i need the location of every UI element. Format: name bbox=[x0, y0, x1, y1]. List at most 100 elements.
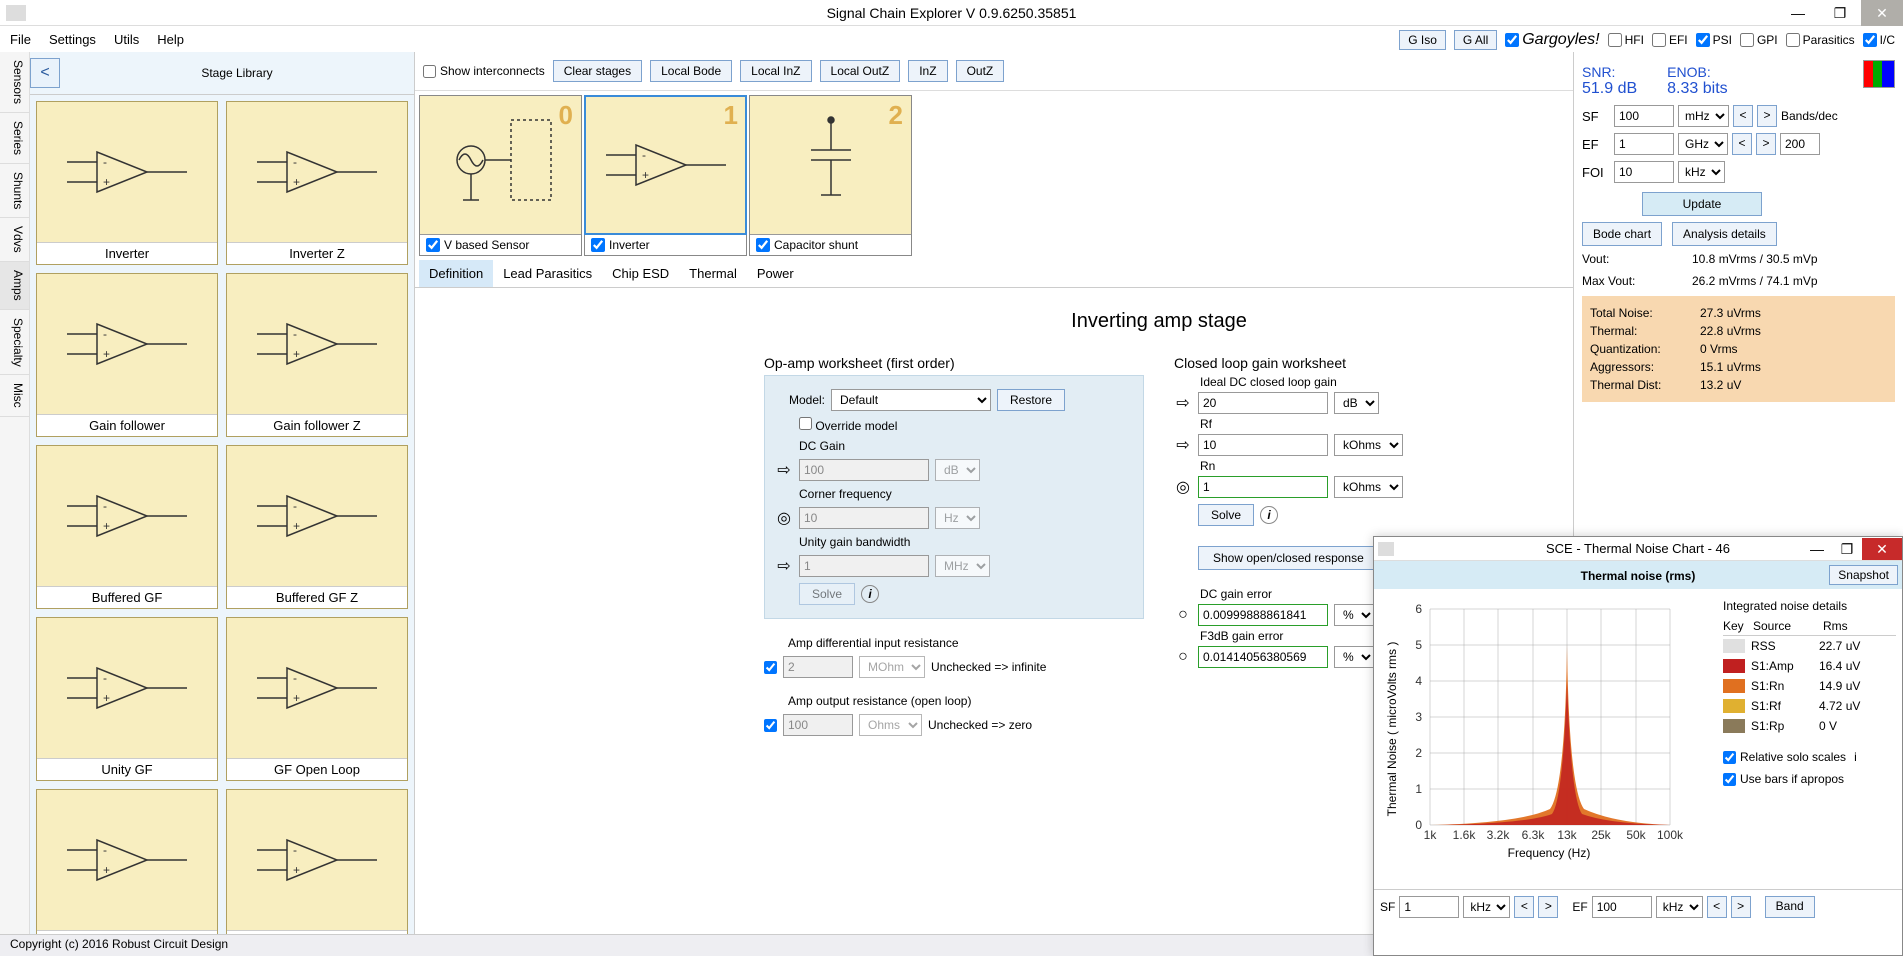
legend-row[interactable]: S1:Rf4.72 uV bbox=[1723, 696, 1896, 716]
psi-checkbox[interactable]: PSI bbox=[1696, 33, 1732, 47]
info-icon[interactable]: i bbox=[861, 585, 879, 603]
stage-box[interactable]: 2Capacitor shunt bbox=[749, 95, 912, 256]
rf-input[interactable] bbox=[1198, 434, 1328, 456]
ef-dec[interactable]: < bbox=[1732, 133, 1752, 155]
legend-row[interactable]: RSS22.7 uV bbox=[1723, 636, 1896, 656]
stage-checkbox[interactable] bbox=[756, 238, 770, 252]
rout-unit[interactable]: Ohms bbox=[859, 714, 922, 736]
ugb-unit[interactable]: MHz bbox=[935, 555, 990, 577]
corner-freq-input[interactable] bbox=[799, 507, 929, 529]
lib-item[interactable]: -+GF Open Loop bbox=[226, 617, 408, 781]
update-button[interactable]: Update bbox=[1642, 192, 1762, 216]
legend-row[interactable]: S1:Amp16.4 uV bbox=[1723, 656, 1896, 676]
subtab-thermal[interactable]: Thermal bbox=[679, 260, 747, 287]
lib-item[interactable]: -+Sallen-Key LP UG bbox=[226, 789, 408, 952]
lib-item[interactable]: -+Buffered GF bbox=[36, 445, 218, 609]
legend-row[interactable]: S1:Rp0 V bbox=[1723, 716, 1896, 736]
stage-box[interactable]: -+1Inverter bbox=[584, 95, 747, 256]
subtab-lead-parasitics[interactable]: Lead Parasitics bbox=[493, 260, 602, 287]
rout-checkbox[interactable] bbox=[764, 719, 777, 732]
popup-maximize[interactable]: ❐ bbox=[1832, 538, 1862, 560]
menu-utils[interactable]: Utils bbox=[114, 32, 139, 47]
stage-checkbox[interactable] bbox=[426, 238, 440, 252]
dc-err-input[interactable] bbox=[1198, 604, 1328, 626]
analysis-details-button[interactable]: Analysis details bbox=[1672, 222, 1777, 246]
vtab-sensors[interactable]: Sensors bbox=[0, 52, 29, 113]
chart-icon[interactable] bbox=[1863, 60, 1895, 88]
gargoyles-checkbox[interactable]: Gargoyles! bbox=[1505, 31, 1599, 49]
restore-button[interactable]: Restore bbox=[997, 389, 1065, 411]
minimize-button[interactable]: — bbox=[1777, 0, 1819, 26]
lib-item[interactable]: -+Inverter Z bbox=[226, 101, 408, 265]
popup-sf-unit[interactable]: kHz bbox=[1463, 896, 1510, 918]
ef-unit[interactable]: GHz bbox=[1678, 133, 1728, 155]
info-icon[interactable]: i bbox=[1260, 506, 1278, 524]
info-icon[interactable]: i bbox=[1854, 750, 1857, 764]
sf-input[interactable] bbox=[1614, 105, 1674, 127]
parasitics-checkbox[interactable]: Parasitics bbox=[1786, 33, 1855, 47]
dc-gain-unit[interactable]: dB bbox=[935, 459, 980, 481]
g-iso-button[interactable]: G Iso bbox=[1399, 30, 1446, 50]
maximize-button[interactable]: ❐ bbox=[1819, 0, 1861, 26]
sf-inc[interactable]: > bbox=[1757, 105, 1777, 127]
popup-minimize[interactable]: — bbox=[1802, 538, 1832, 560]
popup-ef-unit[interactable]: kHz bbox=[1656, 896, 1703, 918]
corner-freq-unit[interactable]: Hz bbox=[935, 507, 980, 529]
show-response-button[interactable]: Show open/closed response bbox=[1198, 546, 1379, 570]
close-button[interactable]: ✕ bbox=[1861, 0, 1903, 26]
sf-unit[interactable]: mHz bbox=[1678, 105, 1729, 127]
sf-dec[interactable]: < bbox=[1733, 105, 1753, 127]
model-select[interactable]: Default bbox=[831, 389, 991, 411]
rin-checkbox[interactable] bbox=[764, 661, 777, 674]
rin-unit[interactable]: MOhm bbox=[859, 656, 925, 678]
legend-row[interactable]: S1:Rn14.9 uV bbox=[1723, 676, 1896, 696]
bands-input[interactable] bbox=[1780, 133, 1820, 155]
gpi-checkbox[interactable]: GPI bbox=[1740, 33, 1778, 47]
vtab-shunts[interactable]: Shunts bbox=[0, 164, 29, 218]
snapshot-button[interactable]: Snapshot bbox=[1829, 565, 1898, 585]
back-button[interactable]: < bbox=[30, 58, 60, 88]
rf-unit[interactable]: kOhms bbox=[1334, 434, 1403, 456]
band-button[interactable]: Band bbox=[1765, 896, 1815, 918]
opamp-solve-button[interactable]: Solve bbox=[799, 583, 855, 605]
clear-stages-button[interactable]: Clear stages bbox=[553, 60, 642, 82]
foi-input[interactable] bbox=[1614, 161, 1674, 183]
use-bars-checkbox[interactable]: Use bars if apropos bbox=[1723, 768, 1896, 790]
show-interconnects-checkbox[interactable]: Show interconnects bbox=[423, 64, 545, 78]
lib-item[interactable]: -+Unity GF bbox=[36, 617, 218, 781]
efi-checkbox[interactable]: EFI bbox=[1652, 33, 1688, 47]
vtab-vdvs[interactable]: Vdvs bbox=[0, 218, 29, 262]
vtab-amps[interactable]: Amps bbox=[0, 262, 29, 310]
f3-err-unit[interactable]: % bbox=[1334, 646, 1375, 668]
closed-solve-button[interactable]: Solve bbox=[1198, 504, 1254, 526]
g-all-button[interactable]: G All bbox=[1454, 30, 1497, 50]
ugb-input[interactable] bbox=[799, 555, 929, 577]
vtab-misc[interactable]: Misc bbox=[0, 375, 29, 417]
dc-gain-input[interactable] bbox=[799, 459, 929, 481]
foi-unit[interactable]: kHz bbox=[1678, 161, 1725, 183]
ef-input[interactable] bbox=[1614, 133, 1674, 155]
lib-item[interactable]: -+Buffered GF Z bbox=[226, 445, 408, 609]
ef-inc[interactable]: > bbox=[1756, 133, 1776, 155]
lib-item[interactable]: -+Sallen-Key LP bbox=[36, 789, 218, 952]
outz-button[interactable]: OutZ bbox=[956, 60, 1005, 82]
rn-input[interactable] bbox=[1198, 476, 1328, 498]
subtab-chip-esd[interactable]: Chip ESD bbox=[602, 260, 679, 287]
local-outz-button[interactable]: Local OutZ bbox=[820, 60, 901, 82]
popup-sf-input[interactable] bbox=[1399, 896, 1459, 918]
subtab-power[interactable]: Power bbox=[747, 260, 804, 287]
bode-chart-button[interactable]: Bode chart bbox=[1582, 222, 1662, 246]
local-inz-button[interactable]: Local InZ bbox=[740, 60, 811, 82]
f3-err-input[interactable] bbox=[1198, 646, 1328, 668]
lib-item[interactable]: -+Inverter bbox=[36, 101, 218, 265]
ic-checkbox[interactable]: I/C bbox=[1863, 33, 1895, 47]
popup-ef-input[interactable] bbox=[1592, 896, 1652, 918]
vtab-series[interactable]: Series bbox=[0, 113, 29, 164]
ideal-gain-unit[interactable]: dB bbox=[1334, 392, 1379, 414]
stage-box[interactable]: 0V based Sensor bbox=[419, 95, 582, 256]
subtab-definition[interactable]: Definition bbox=[419, 260, 493, 287]
inz-button[interactable]: InZ bbox=[908, 60, 947, 82]
rin-input[interactable] bbox=[783, 656, 853, 678]
vtab-specialty[interactable]: Specialty bbox=[0, 310, 29, 376]
local-bode-button[interactable]: Local Bode bbox=[650, 60, 732, 82]
